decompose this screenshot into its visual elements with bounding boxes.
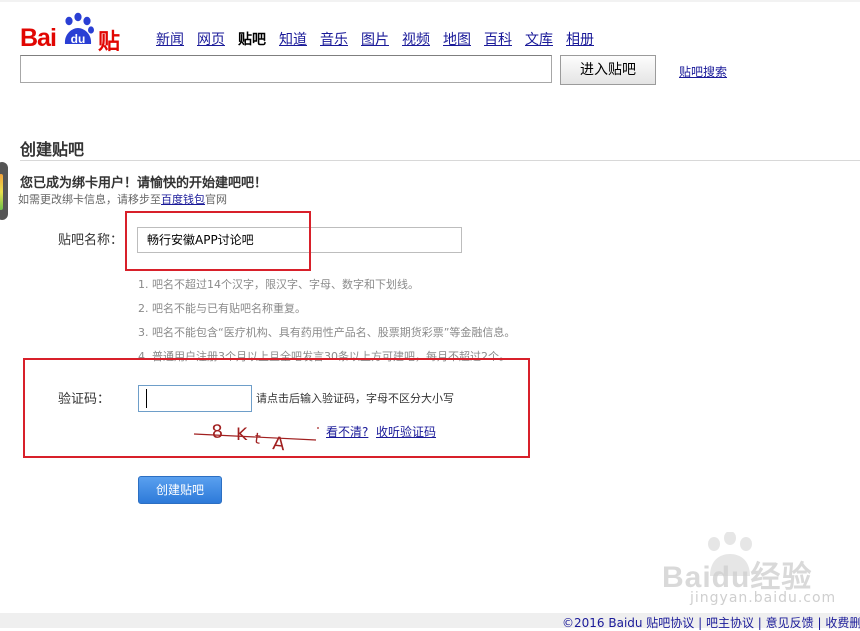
- subnotice-prefix: 如需更改绑卡信息，请移步至: [18, 193, 161, 206]
- annotation-box-name: [125, 211, 311, 271]
- rule-item: 2. 吧名不能与已有贴吧名称重复。: [138, 302, 306, 315]
- nav-item-baike[interactable]: 百科: [484, 29, 512, 49]
- nav-item-map[interactable]: 地图: [443, 29, 471, 49]
- name-rules-list: 1. 吧名不超过14个汉字，限汉字、字母、数字和下划线。 2. 吧名不能与已有贴…: [138, 273, 515, 369]
- nav-item-wenku[interactable]: 文库: [525, 29, 553, 49]
- rule-item: 3. 吧名不能包含“医疗机构、具有药用性产品名、股票期货彩票”等金融信息。: [138, 326, 516, 339]
- top-nav: 新闻 网页 贴吧 知道 音乐 图片 视频 地图 百科 文库 相册: [156, 29, 607, 49]
- baidu-wallet-link[interactable]: 百度钱包: [161, 193, 205, 206]
- title-divider: [20, 160, 860, 161]
- tieba-search-link[interactable]: 贴吧搜索: [679, 63, 727, 80]
- rule-item: 1. 吧名不超过14个汉字，限汉字、字母、数字和下划线。: [138, 278, 419, 291]
- subnotice-suffix: 官网: [205, 193, 227, 206]
- nav-item-zhidao[interactable]: 知道: [279, 29, 307, 49]
- bind-card-subnotice: 如需更改绑卡信息，请移步至百度钱包官网: [18, 191, 227, 207]
- annotation-box-captcha: [23, 358, 530, 458]
- watermark-url: jingyan.baidu.com: [690, 590, 837, 606]
- top-border: [0, 0, 860, 2]
- tieba-search-input[interactable]: [20, 55, 552, 83]
- nav-item-music[interactable]: 音乐: [320, 29, 348, 49]
- page-title: 创建贴吧: [20, 140, 85, 159]
- nav-item-images[interactable]: 图片: [361, 29, 389, 49]
- logo-du-text: du: [70, 32, 86, 46]
- enter-tieba-button[interactable]: 进入贴吧: [560, 55, 656, 85]
- side-feedback-tab[interactable]: [0, 162, 8, 220]
- logo-bai-text: Bai: [20, 24, 57, 52]
- baidu-tieba-logo[interactable]: Bai du 贴吧: [20, 12, 140, 87]
- nav-item-album[interactable]: 相册: [566, 29, 594, 49]
- create-tieba-button[interactable]: 创建贴吧: [138, 476, 222, 504]
- bind-card-notice: 您已成为绑卡用户！请愉快的开始建吧吧！: [20, 176, 268, 191]
- footer-links[interactable]: ©2016 Baidu 贴吧协议 | 吧主协议 | 意见反馈 | 收费删帖: [562, 614, 860, 631]
- nav-item-news[interactable]: 新闻: [156, 29, 184, 49]
- nav-item-video[interactable]: 视频: [402, 29, 430, 49]
- tieba-name-label: 贴吧名称：: [58, 233, 124, 248]
- nav-item-web[interactable]: 网页: [197, 29, 225, 49]
- nav-item-tieba[interactable]: 贴吧: [238, 29, 266, 49]
